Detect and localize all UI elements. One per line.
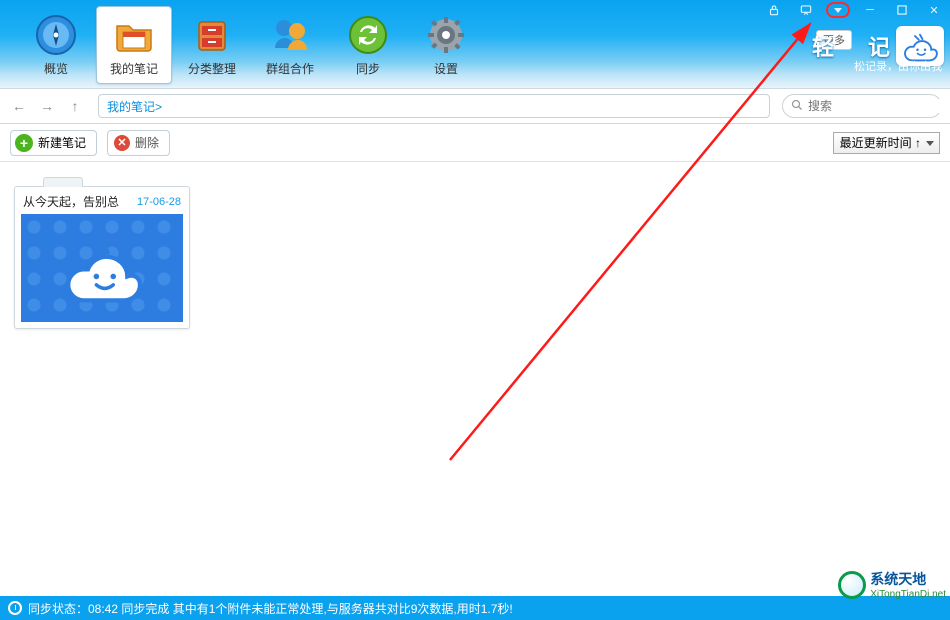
nav-up-button[interactable]: ↑ [64,95,86,117]
toolbar-settings[interactable]: 设置 [408,6,484,84]
toolbar-label: 设置 [434,60,458,77]
toolbar-label: 概览 [44,60,68,77]
sort-label: 最近更新时间 ↑ [840,134,921,151]
note-card[interactable]: 从今天起，告别总 17-06-28 [14,186,190,329]
close-button[interactable]: ✕ [918,0,950,20]
clock-icon [8,601,22,615]
sync-icon [347,14,389,56]
note-date: 17-06-28 [137,196,181,208]
feedback-icon[interactable] [790,0,822,20]
drawer-icon [191,14,233,56]
status-bar: 同步状态：08:42 同步完成 其中有1个附件未能正常处理,与服务器共对比9次数… [0,596,950,620]
nav-forward-button[interactable]: → [36,95,58,117]
breadcrumb-bar[interactable]: 我的笔记> [98,94,770,118]
folder-icon [113,14,155,56]
new-note-label: 新建笔记 [38,134,86,151]
search-input[interactable] [808,99,950,113]
compass-icon [35,14,77,56]
note-tab-decoration [43,177,83,187]
maximize-button[interactable] [886,0,918,20]
dropdown-menu-button[interactable] [822,0,854,20]
minimize-button[interactable]: ─ [854,0,886,20]
gear-icon [425,14,467,56]
people-icon [269,14,311,56]
brand-subtitle: 松记录，由你由我 [854,58,942,74]
search-box[interactable] [782,94,942,118]
toolbar-overview[interactable]: 概览 [18,6,94,84]
note-title: 从今天起，告别总 [23,193,119,210]
search-icon [791,99,803,114]
nav-back-button[interactable]: ← [8,95,30,117]
brand-text-left: 轻 [812,30,834,62]
toolbar-label: 分类整理 [188,60,236,77]
toolbar-label: 群组合作 [266,60,314,77]
toolbar-groups[interactable]: 群组合作 [252,6,328,84]
toolbar-my-notes[interactable]: 我的笔记 [96,6,172,84]
main-toolbar: 概览 我的笔记 分类整理 群组合作 同步 [0,0,494,88]
breadcrumb-text: 我的笔记> [107,98,162,115]
lock-icon[interactable] [758,0,790,20]
sort-select[interactable]: 最近更新时间 ↑ [833,132,940,154]
status-text: 同步状态：08:42 同步完成 其中有1个附件未能正常处理,与服务器共对比9次数… [28,600,513,617]
note-thumbnail [21,214,183,322]
delete-label: 删除 [135,134,159,151]
toolbar-sync[interactable]: 同步 [330,6,406,84]
toolbar-label: 同步 [356,60,380,77]
plus-icon: + [15,134,33,152]
nav-bar: ← → ↑ 我的笔记> [0,88,950,124]
app-header: ─ ✕ 概览 我的笔记 分类整理 群组合作 [0,0,950,88]
delete-button[interactable]: ✕ 删除 [107,130,170,156]
delete-icon: ✕ [114,135,130,151]
content-area: 从今天起，告别总 17-06-28 [0,162,950,596]
new-note-button[interactable]: + 新建笔记 [10,130,97,156]
toolbar-label: 我的笔记 [110,60,158,77]
toolbar-categorize[interactable]: 分类整理 [174,6,250,84]
action-bar: + 新建笔记 ✕ 删除 最近更新时间 ↑ [0,124,950,162]
window-controls: ─ ✕ [758,0,950,20]
annotation-circle [826,2,850,18]
